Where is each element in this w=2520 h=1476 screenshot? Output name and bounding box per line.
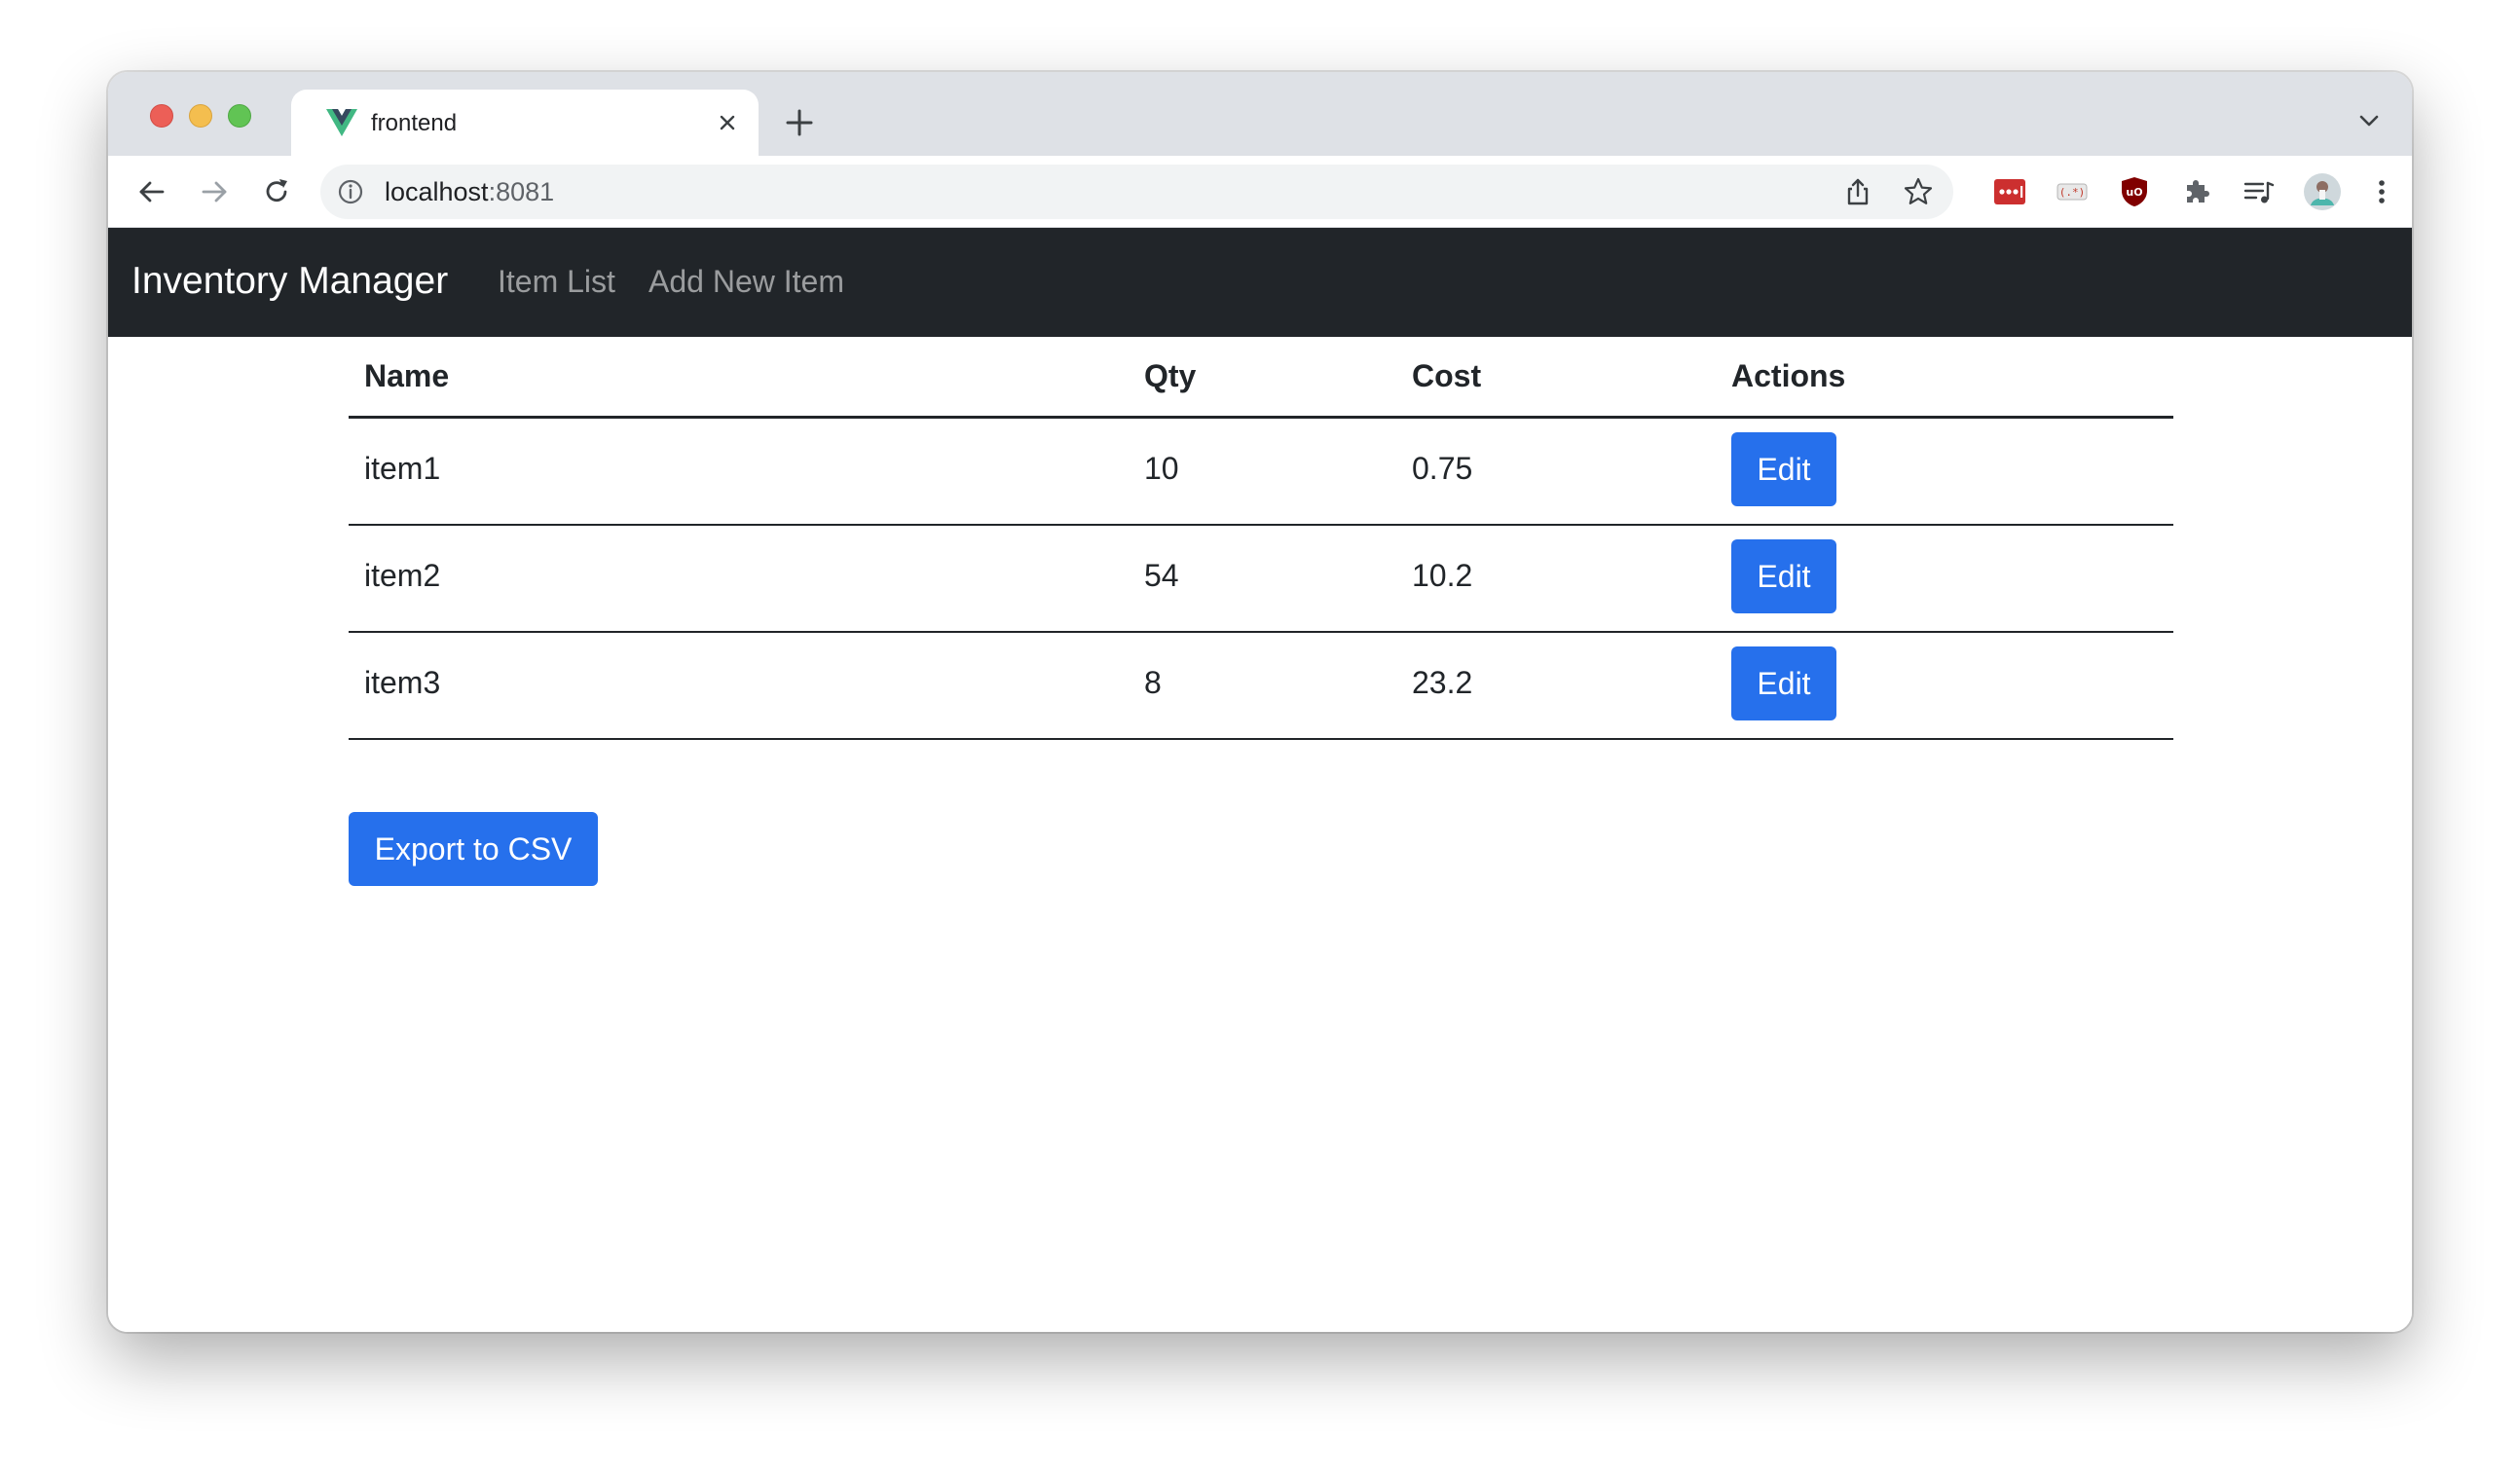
reload-icon[interactable] [260, 175, 293, 208]
row-divider [349, 631, 2173, 633]
regex-extension-icon[interactable]: (.*) [2056, 175, 2089, 208]
cell-qty: 8 [1144, 665, 1162, 700]
cell-cost: 0.75 [1412, 451, 1473, 486]
browser-toolbar: localhost:8081 (.*) uO [108, 156, 2412, 228]
close-window-button[interactable] [150, 104, 173, 128]
ublock-extension-icon[interactable]: uO [2118, 175, 2151, 208]
puzzle-icon[interactable] [2180, 175, 2213, 208]
plus-icon[interactable] [782, 105, 817, 140]
column-header-name: Name [364, 358, 450, 393]
url-text: localhost:8081 [385, 177, 555, 206]
kebab-menu-icon[interactable] [2365, 175, 2398, 208]
row-divider [349, 524, 2173, 526]
minimize-window-button[interactable] [189, 104, 212, 128]
export-csv-button[interactable]: Export to CSV [349, 812, 598, 886]
nav-link-item-list[interactable]: Item List [498, 262, 615, 301]
cell-name: item1 [364, 451, 441, 486]
media-queue-icon[interactable] [2242, 175, 2276, 208]
column-header-cost: Cost [1412, 358, 1482, 393]
column-header-qty: Qty [1144, 358, 1197, 393]
info-icon[interactable] [336, 177, 365, 206]
cell-qty: 10 [1144, 451, 1179, 486]
column-header-actions: Actions [1731, 358, 1846, 393]
edit-button[interactable]: Edit [1731, 539, 1836, 613]
cell-qty: 54 [1144, 558, 1179, 593]
share-icon[interactable] [1842, 176, 1873, 207]
edit-button[interactable]: Edit [1731, 646, 1836, 720]
vue-favicon-icon [326, 109, 357, 136]
close-icon[interactable] [714, 109, 741, 136]
back-icon[interactable] [135, 175, 168, 208]
tab-title: frontend [371, 110, 458, 136]
page-content: Inventory Manager Item List Add New Item… [108, 228, 2412, 1332]
address-bar[interactable]: localhost:8081 [320, 165, 1953, 219]
table-header-divider [349, 416, 2173, 419]
browser-window: frontend localhost:8081 (.*) uO Inventor… [108, 72, 2412, 1332]
nav-link-add-new-item[interactable]: Add New Item [649, 262, 844, 301]
svg-text:uO: uO [2126, 186, 2142, 199]
forward-icon[interactable] [198, 175, 231, 208]
navbar-brand[interactable]: Inventory Manager [131, 258, 448, 305]
app-navbar: Inventory Manager Item List Add New Item [108, 228, 2412, 337]
cell-cost: 23.2 [1412, 665, 1473, 700]
cell-name: item3 [364, 665, 441, 700]
star-icon[interactable] [1903, 176, 1934, 207]
lastpass-extension-icon[interactable] [1993, 175, 2026, 208]
profile-avatar-icon[interactable] [2303, 172, 2342, 211]
svg-text:(.*): (.*) [2059, 186, 2086, 199]
active-tab[interactable]: frontend [291, 90, 759, 156]
zoom-window-button[interactable] [228, 104, 251, 128]
cell-name: item2 [364, 558, 441, 593]
edit-button[interactable]: Edit [1731, 432, 1836, 506]
row-divider [349, 738, 2173, 740]
cell-cost: 10.2 [1412, 558, 1473, 593]
chevron-down-icon[interactable] [2357, 111, 2381, 130]
tab-strip: frontend [108, 72, 2412, 156]
